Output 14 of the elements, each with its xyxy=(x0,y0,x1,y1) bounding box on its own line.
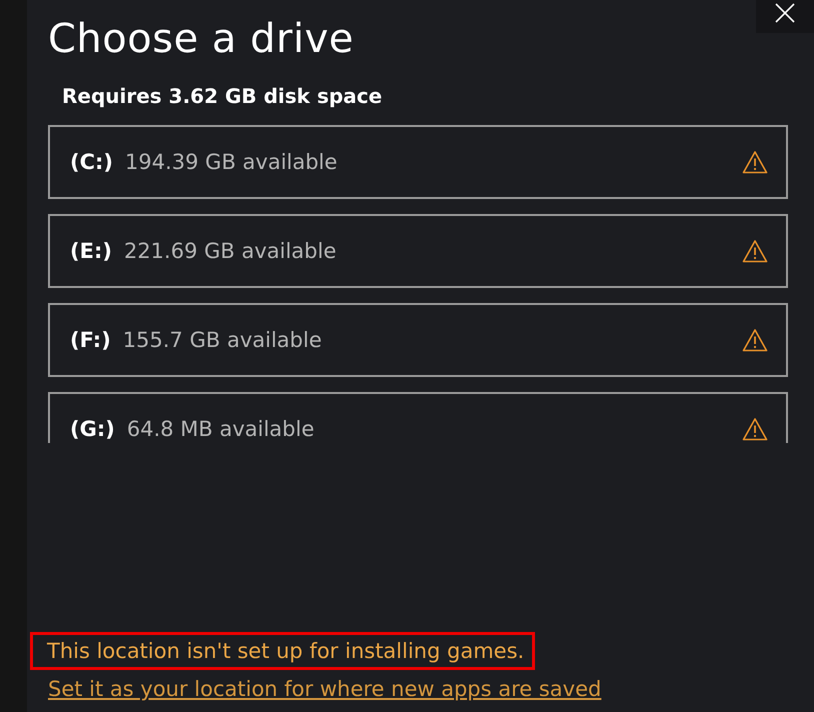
warning-icon xyxy=(742,417,768,441)
drive-option[interactable]: (F:) 155.7 GB available xyxy=(48,303,788,377)
requirement-text: Requires 3.62 GB disk space xyxy=(62,84,384,108)
close-icon xyxy=(774,2,796,24)
warning-icon xyxy=(742,150,768,174)
drive-option[interactable]: (E:) 221.69 GB available xyxy=(48,214,788,288)
warning-icon xyxy=(742,328,768,352)
dialog-title: Choose a drive xyxy=(48,15,355,64)
drive-option[interactable]: (G:) 64.8 MB available xyxy=(48,392,788,443)
drive-option[interactable]: (C:) 194.39 GB available xyxy=(48,125,788,199)
warning-icon xyxy=(742,239,768,263)
warning-message: This location isn't set up for installing games. xyxy=(47,639,524,663)
close-button[interactable] xyxy=(756,0,814,33)
set-location-link[interactable]: Set it as your location for where new apps are saved xyxy=(48,674,602,704)
